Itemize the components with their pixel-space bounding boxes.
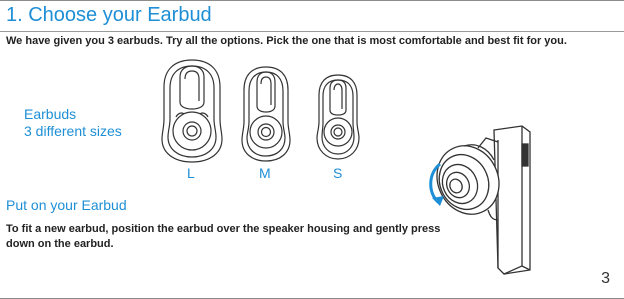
earbud-small-icon bbox=[316, 74, 360, 160]
earbud-sizes-label: Earbuds 3 different sizes bbox=[24, 106, 122, 140]
size-label-large: L bbox=[187, 165, 195, 181]
section-title: Put on your Earbud bbox=[6, 197, 127, 213]
sizes-label-line2: 3 different sizes bbox=[24, 123, 122, 139]
top-rule bbox=[0, 0, 624, 1]
headset-illustration bbox=[429, 125, 531, 275]
instructions-text: To fit a new earbud, position the earbud… bbox=[6, 223, 441, 250]
page-number: 3 bbox=[601, 270, 610, 287]
page-title: 1. Choose your Earbud bbox=[6, 4, 212, 26]
earbud-medium-icon bbox=[241, 66, 291, 162]
sizes-label-line1: Earbuds bbox=[24, 106, 77, 122]
earbud-large-icon bbox=[161, 59, 223, 163]
size-label-small: S bbox=[333, 165, 343, 181]
intro-text: We have given you 3 earbuds. Try all the… bbox=[6, 35, 567, 47]
size-label-medium: M bbox=[259, 165, 271, 181]
title-divider bbox=[0, 31, 624, 32]
